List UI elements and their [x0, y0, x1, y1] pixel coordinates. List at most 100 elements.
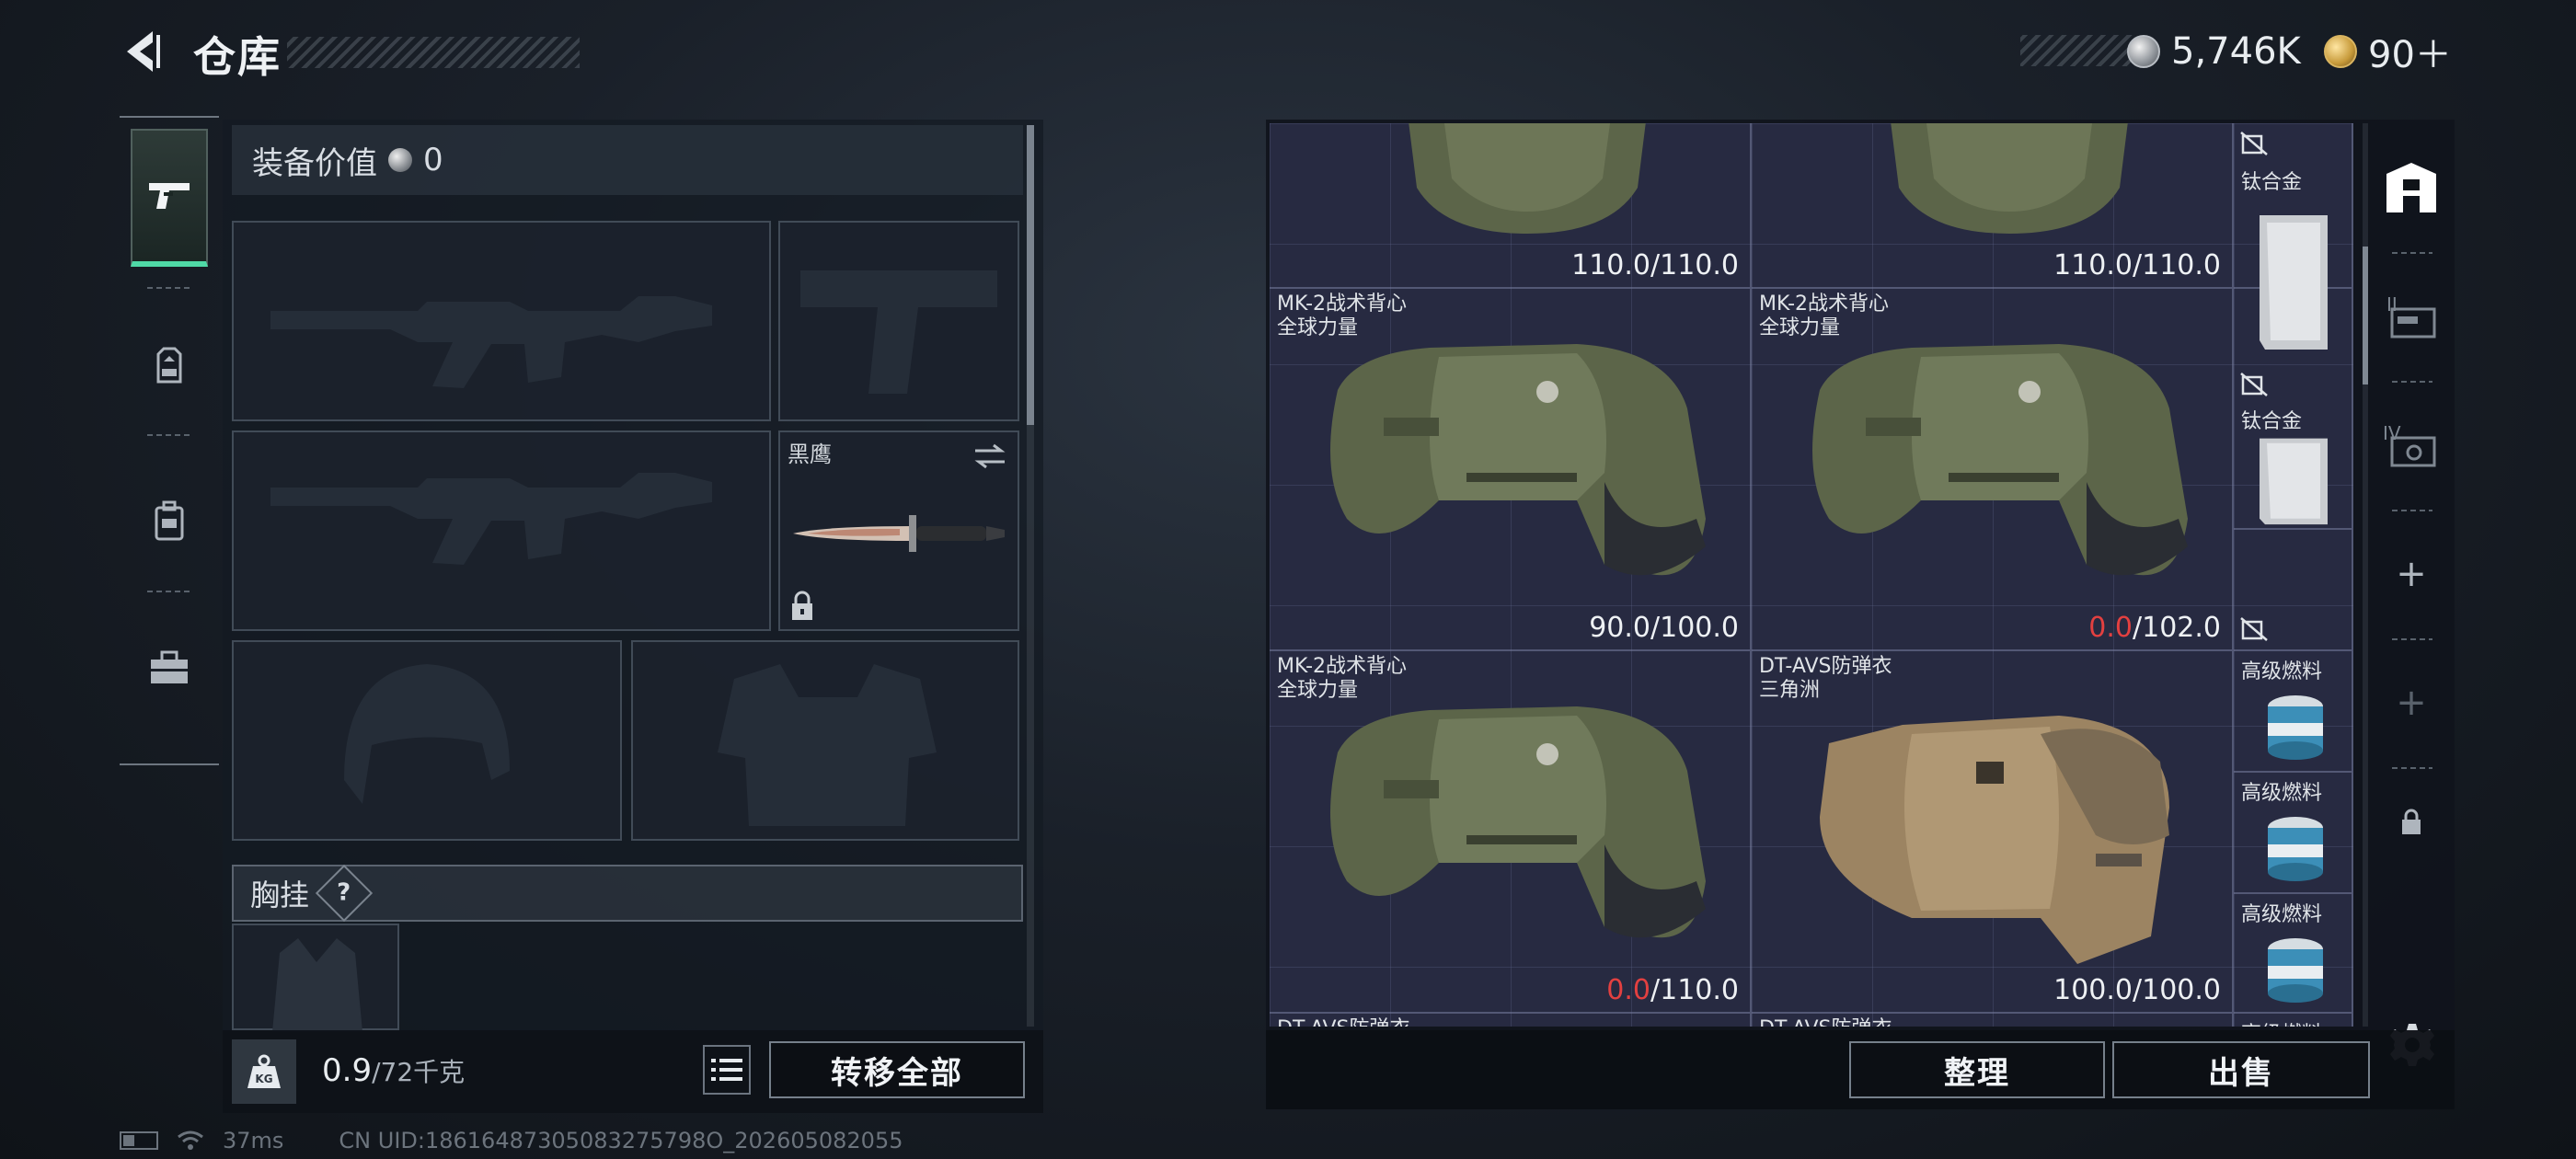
- organize-button[interactable]: 整理: [1849, 1041, 2105, 1098]
- gold-amount: 90＋: [2368, 34, 2452, 76]
- pistol-slot[interactable]: [778, 221, 1019, 421]
- helmet-slot[interactable]: [232, 640, 622, 841]
- item-name: 钛合金: [2241, 410, 2303, 433]
- page-title: 仓库: [193, 32, 282, 82]
- fuel-can-icon: [2268, 695, 2323, 760]
- item-brand: 三角洲: [1759, 679, 1821, 702]
- stash-item-dt-avs-armor[interactable]: DT-AVS防弹衣 三角洲 100.0/100.0: [1752, 651, 2234, 1014]
- vest-icon: [1891, 123, 2128, 234]
- stash-item-mk2-vest[interactable]: MK-2战术背心 全球力量 0.0/102.0: [1752, 289, 2234, 651]
- stash-grid: 110.0/110.0 110.0/110.0 MK-2战术背心 全球力量 90.…: [1270, 123, 2353, 1027]
- stash-item-mk2-vest[interactable]: MK-2战术背心 全球力量 90.0/100.0: [1270, 289, 1752, 651]
- vest-silhouette-icon: [718, 664, 937, 826]
- add-stash-page-button-disabled[interactable]: +: [2370, 648, 2453, 758]
- back-button[interactable]: [118, 26, 166, 77]
- item-name: MK-2战术背心: [1759, 293, 1890, 316]
- silver-currency[interactable]: 5,746K: [2127, 28, 2301, 75]
- wifi-icon: [178, 1130, 203, 1150]
- stash-page-2[interactable]: II: [2370, 261, 2453, 372]
- fuel-can-icon: [2268, 938, 2323, 1003]
- primary-weapon-slot-1[interactable]: [232, 221, 771, 421]
- durability: 0.0/110.0: [1606, 974, 1739, 1006]
- item-name: 高级燃料: [2241, 782, 2323, 805]
- pistol-icon: [149, 183, 190, 209]
- stash-page-tabs: II IV + +: [2370, 123, 2453, 841]
- gold-currency[interactable]: 90＋: [2324, 28, 2452, 76]
- melee-slot[interactable]: 黑鹰: [778, 430, 1019, 631]
- stash-item-vest[interactable]: 110.0/110.0: [1752, 123, 2234, 289]
- plus-icon: +: [2396, 682, 2427, 724]
- stash-item-fuel[interactable]: 高级燃料: [2234, 1014, 2353, 1027]
- value-coin-icon: [388, 148, 412, 172]
- primary-weapon-slot-2[interactable]: [232, 430, 771, 631]
- weight-icon-box: KG: [232, 1039, 296, 1104]
- stash-item-mk2-vest[interactable]: MK-2战术背心 全球力量 0.0/110.0: [1270, 651, 1752, 1014]
- list-view-button[interactable]: [703, 1045, 751, 1095]
- stash-item-titanium-lower[interactable]: [2234, 530, 2353, 651]
- stash-page-icon: II: [2386, 293, 2436, 339]
- title-decoration: [287, 37, 580, 68]
- vest-icon: [1820, 716, 2169, 964]
- silver-coin-icon: [2127, 35, 2160, 68]
- item-name: 高级燃料: [2241, 1017, 2322, 1027]
- weight-max: /72千克: [372, 1057, 466, 1087]
- no-durability-icon: [2240, 617, 2268, 641]
- tab-backpack-gear[interactable]: [131, 296, 208, 434]
- plus-icon: +: [2396, 553, 2427, 595]
- sell-button[interactable]: 出售: [2112, 1041, 2370, 1098]
- add-stash-page-button[interactable]: +: [2370, 519, 2453, 629]
- tab-weapons[interactable]: [131, 129, 208, 267]
- stash-home-icon: [2386, 163, 2436, 212]
- pistol-silhouette-icon: [800, 270, 997, 394]
- chest-rig-header: 胸挂 ?: [232, 864, 1023, 923]
- swap-icon[interactable]: [972, 442, 1008, 471]
- equipment-value-bar: 装备价值 0: [232, 125, 1023, 195]
- locked-stash-page[interactable]: [2370, 767, 2453, 878]
- stash-item-titanium[interactable]: 钛合金: [2234, 289, 2353, 530]
- item-name: 钛合金: [2241, 171, 2303, 194]
- item-name: DT-AVS防弹衣: [1759, 655, 1892, 678]
- vest-icon: [1812, 344, 2188, 576]
- left-scroll-thumb[interactable]: [1027, 125, 1034, 425]
- silver-amount: 5,746K: [2171, 30, 2301, 73]
- stash-scroll-thumb[interactable]: [2363, 247, 2368, 384]
- category-tabs: [120, 116, 219, 765]
- rifle-silhouette-icon: [270, 473, 712, 565]
- help-icon[interactable]: ?: [315, 864, 374, 923]
- stash-page-main[interactable]: [2370, 132, 2453, 243]
- stash-item-titanium[interactable]: 钛合金: [2234, 123, 2353, 350]
- vest-icon: [1330, 706, 1706, 938]
- equipment-value-label: 装备价值: [252, 144, 377, 182]
- backpack-icon: [155, 500, 184, 541]
- battery-icon: [120, 1131, 158, 1150]
- status-bar: 37ms CN UID:18616487305083275798O_202605…: [120, 1128, 903, 1153]
- stash-page-4[interactable]: IV: [2370, 390, 2453, 500]
- chest-rig-silhouette-icon: [272, 938, 362, 1032]
- tab-backpack[interactable]: [131, 453, 208, 591]
- stash-item-vest[interactable]: 110.0/110.0: [1270, 123, 1752, 289]
- vest-icon: [1409, 123, 1646, 234]
- fuel-can-icon: [2268, 817, 2323, 881]
- svg-text:KG: KG: [255, 1073, 272, 1085]
- rifle-silhouette-icon: [270, 296, 712, 388]
- vest-icon: [1330, 344, 1706, 576]
- knife-icon: [793, 515, 1005, 552]
- stash-item-fuel[interactable]: 高级燃料: [2234, 773, 2353, 894]
- uid-readout: CN UID:18616487305083275798O_20260508205…: [339, 1128, 903, 1153]
- stash-item-dt-avs-armor[interactable]: DT-AVS防弹衣: [1752, 1014, 2234, 1027]
- item-name: DT-AVS防弹衣: [1759, 1017, 1892, 1027]
- tab-toolbox[interactable]: [131, 600, 208, 738]
- gold-coin-icon: [2324, 35, 2357, 68]
- titanium-plate-icon: [2260, 438, 2328, 525]
- helmet-silhouette-icon: [344, 664, 510, 804]
- chest-rig-slot[interactable]: [232, 924, 399, 1032]
- stash-item-fuel[interactable]: 高级燃料: [2234, 651, 2353, 773]
- lock-icon: [2402, 809, 2421, 834]
- equipment-value: 0: [423, 142, 443, 178]
- transfer-all-button[interactable]: 转移全部: [769, 1041, 1025, 1098]
- stash-item-dt-avs-armor[interactable]: DT-AVS防弹衣: [1270, 1014, 1752, 1027]
- armor-slot[interactable]: [631, 640, 1019, 841]
- stash-item-fuel[interactable]: 高级燃料: [2234, 894, 2353, 1014]
- item-name: MK-2战术背心: [1277, 655, 1408, 678]
- list-icon: [711, 1059, 742, 1081]
